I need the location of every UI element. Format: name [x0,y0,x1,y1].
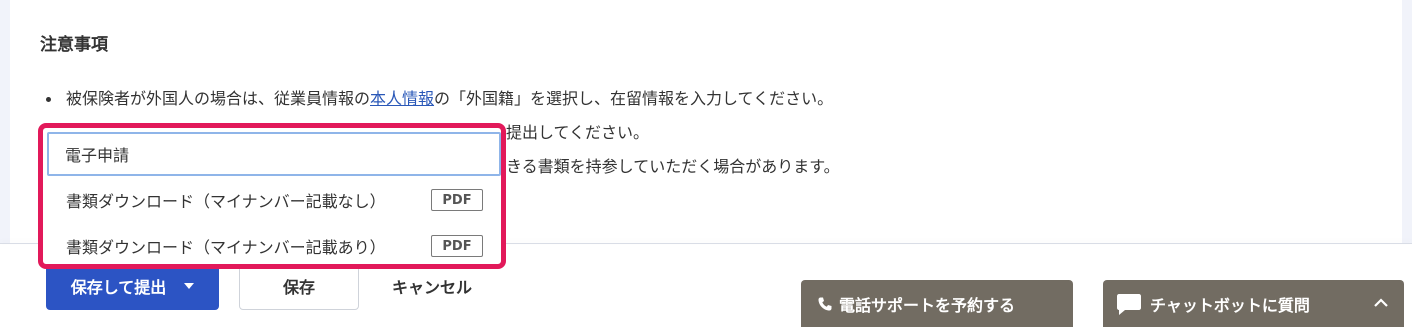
chevron-up-icon [1374,298,1388,307]
right-accent-bar [1402,0,1412,243]
menu-item-download-with-mynumber[interactable]: 書類ダウンロード（マイナンバー記載あり） PDF [43,224,501,268]
notice-title: 注意事項 [40,35,108,55]
save-and-submit-button[interactable]: 保存して提出 [46,262,219,310]
phone-support-button[interactable]: 電話サポートを予約する [801,280,1073,327]
cancel-button[interactable]: キャンセル [372,262,492,310]
notice-text: 提出してください。 [506,123,650,142]
menu-item-download-without-mynumber[interactable]: 書類ダウンロード（マイナンバー記載なし） PDF [43,178,501,222]
save-button[interactable]: 保存 [239,262,359,310]
notice-text: 被保険者が外国人の場合は、従業員情報の本人情報の「外国籍」を選択し、在留情報を入… [66,89,834,108]
pdf-badge: PDF [431,189,483,211]
caret-down-icon [184,283,195,289]
notice-text: きる書類を持参していただく場合があります。 [506,157,840,176]
submit-dropdown-menu: 電子申請 書類ダウンロード（マイナンバー記載なし） PDF 書類ダウンロード（マ… [38,123,506,269]
bullet-dot [46,97,51,102]
left-accent-bar [0,0,10,243]
phone-icon [818,297,832,310]
pdf-badge: PDF [431,235,483,257]
personal-info-link[interactable]: 本人情報 [370,89,434,108]
chat-bubble-icon [1117,293,1141,315]
chatbot-button[interactable]: チャットボットに質問 [1103,280,1404,327]
menu-item-electronic-application[interactable]: 電子申請 [47,132,501,176]
